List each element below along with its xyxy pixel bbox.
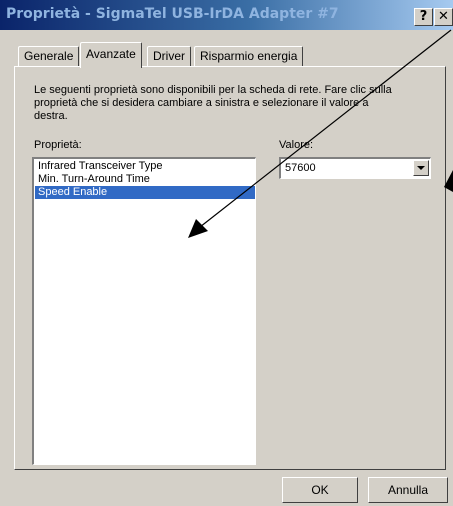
- tab-risparmio-energia[interactable]: Risparmio energia: [194, 46, 304, 66]
- help-icon: ?: [419, 9, 428, 24]
- window-title: Proprietà - SigmaTel USB-IrDA Adapter #7: [6, 6, 339, 22]
- value-dropdown-value: 57600: [285, 162, 316, 174]
- property-label: Proprietà:: [34, 139, 82, 151]
- property-item-speed-enable[interactable]: Speed Enable: [35, 186, 255, 199]
- property-listbox[interactable]: Infrared Transceiver Type Min. Turn-Arou…: [32, 157, 256, 465]
- property-item-min-turn-around-time[interactable]: Min. Turn-Around Time: [35, 173, 255, 186]
- cancel-button[interactable]: Annulla: [368, 477, 448, 503]
- close-button[interactable]: ✕: [434, 8, 453, 26]
- tab-avanzate[interactable]: Avanzate: [80, 42, 142, 68]
- help-button[interactable]: ?: [414, 8, 433, 26]
- tab-generale[interactable]: Generale: [18, 46, 80, 66]
- property-item-infrared-transceiver-type[interactable]: Infrared Transceiver Type: [35, 160, 255, 173]
- close-icon: ✕: [438, 9, 449, 24]
- ok-button[interactable]: OK: [282, 477, 358, 503]
- chevron-down-icon[interactable]: [413, 160, 429, 176]
- title-bar[interactable]: Proprietà - SigmaTel USB-IrDA Adapter #7…: [0, 0, 453, 30]
- tab-driver[interactable]: Driver: [147, 46, 191, 66]
- description-text: Le seguenti proprietà sono disponibili p…: [34, 84, 392, 122]
- value-label: Valore:: [279, 139, 314, 151]
- value-dropdown[interactable]: 57600: [279, 157, 431, 179]
